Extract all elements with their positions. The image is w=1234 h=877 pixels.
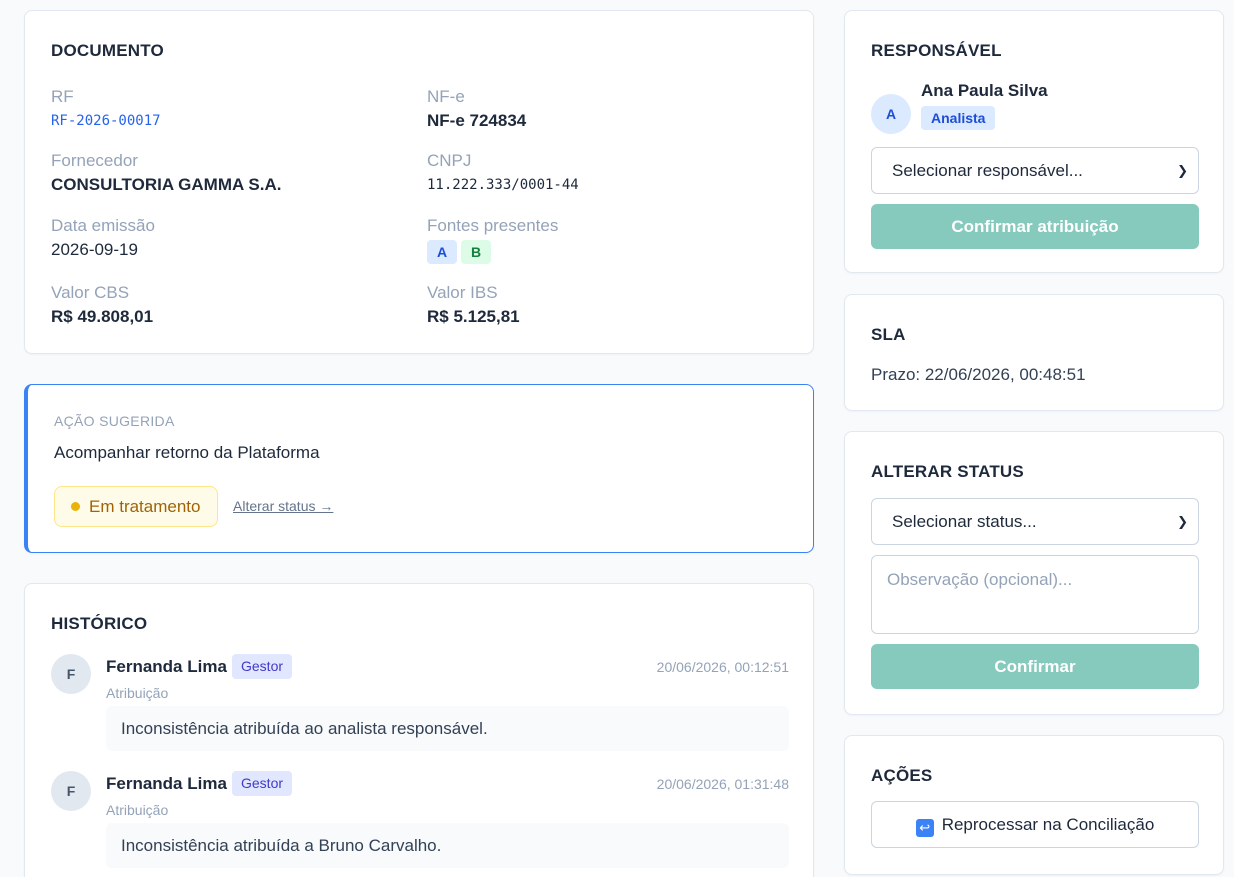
responsible-title: RESPONSÁVEL: [871, 41, 1002, 60]
cnpj-label: CNPJ: [427, 151, 472, 170]
history-author: Fernanda Lima: [106, 774, 227, 793]
status-dot-icon: [71, 502, 80, 511]
fontes-label: Fontes presentes: [427, 216, 559, 235]
history-type: Atribuição: [106, 685, 169, 701]
history-message: Inconsistência atribuída a Bruno Carvalh…: [106, 823, 789, 868]
cnpj-value: 11.222.333/0001-44: [427, 177, 579, 193]
suggested-action-card: AÇÃO SUGERIDA Acompanhar retorno da Plat…: [24, 384, 814, 553]
data-emissao-field: Data emissão 2026-09-19: [51, 216, 155, 261]
document-card: DOCUMENTO RF RF-2026-00017 NF-e NF-e 724…: [24, 10, 814, 354]
confirm-status-button[interactable]: Confirmar: [871, 644, 1199, 689]
sla-card: SLA Prazo: 22/06/2026, 00:48:51: [844, 294, 1224, 411]
fontes-field: Fontes presentes AB: [427, 216, 558, 264]
cbs-value: R$ 49.808,01: [51, 307, 154, 326]
change-status-card: ALTERAR STATUS Selecionar status... ❯ Ob…: [844, 431, 1224, 715]
reprocess-button[interactable]: ↩ Reprocessar na Conciliação: [871, 801, 1199, 848]
cbs-label: Valor CBS: [51, 283, 130, 302]
history-title: HISTÓRICO: [51, 614, 148, 633]
history-card: HISTÓRICO F Fernanda Lima Gestor 20/06/2…: [24, 583, 814, 877]
sla-title: SLA: [871, 325, 906, 344]
responsible-card: RESPONSÁVEL A Ana Paula Silva Analista S…: [844, 10, 1224, 273]
status-badge: Em tratamento: [54, 486, 218, 527]
nfe-label: NF-e: [427, 87, 465, 106]
reprocess-button-label: Reprocessar na Conciliação: [941, 815, 1155, 834]
sla-deadline: Prazo: 22/06/2026, 00:48:51: [871, 365, 1086, 384]
data-emissao-label: Data emissão: [51, 216, 155, 235]
rf-value[interactable]: RF-2026-00017: [51, 110, 161, 132]
fornecedor-value: CONSULTORIA GAMMA S.A.: [51, 175, 282, 194]
fontes-chips: AB: [427, 240, 558, 264]
fornecedor-field: Fornecedor CONSULTORIA GAMMA S.A.: [51, 151, 281, 196]
chevron-down-icon: ❯: [1177, 514, 1188, 529]
status-badge-label: Em tratamento: [89, 496, 201, 516]
source-chip-b: B: [461, 240, 491, 264]
fornecedor-label: Fornecedor: [51, 151, 138, 170]
history-author: Fernanda Lima: [106, 657, 227, 676]
source-chip-a: A: [427, 240, 457, 264]
history-timestamp: 20/06/2026, 01:31:48: [656, 776, 789, 792]
responsible-name: Ana Paula Silva: [921, 81, 1048, 100]
status-select[interactable]: Selecionar status... ❯: [871, 498, 1199, 545]
actions-title: AÇÕES: [871, 766, 933, 785]
ibs-label: Valor IBS: [427, 283, 498, 302]
cbs-field: Valor CBS R$ 49.808,01: [51, 283, 153, 328]
history-timestamp: 20/06/2026, 00:12:51: [656, 659, 789, 675]
document-title: DOCUMENTO: [51, 41, 164, 60]
avatar: F: [51, 654, 91, 694]
data-emissao-value: 2026-09-19: [51, 240, 138, 259]
suggested-action-text: Acompanhar retorno da Plataforma: [54, 443, 320, 462]
change-status-link[interactable]: Alterar status →: [233, 498, 333, 514]
ibs-field: Valor IBS R$ 5.125,81: [427, 283, 520, 328]
cnpj-field: CNPJ 11.222.333/0001-44: [427, 151, 579, 196]
nfe-value: NF-e 724834: [427, 111, 527, 130]
avatar: F: [51, 771, 91, 811]
rf-field: RF RF-2026-00017: [51, 87, 161, 132]
confirm-assignment-button[interactable]: Confirmar atribuição: [871, 204, 1199, 249]
nfe-field: NF-e NF-e 724834: [427, 87, 526, 132]
responsible-role-badge: Analista: [921, 106, 996, 130]
history-message: Inconsistência atribuída ao analista res…: [106, 706, 789, 751]
responsible-select[interactable]: Selecionar responsável... ❯: [871, 147, 1199, 194]
avatar: A: [871, 94, 911, 134]
suggested-action-label: AÇÃO SUGERIDA: [54, 413, 175, 429]
status-select-value: Selecionar status...: [892, 512, 1037, 531]
return-arrow-icon: ↩: [915, 819, 934, 837]
chevron-down-icon: ❯: [1177, 163, 1188, 178]
responsible-select-value: Selecionar responsável...: [892, 161, 1083, 180]
history-type: Atribuição: [106, 802, 169, 818]
role-badge: Gestor: [232, 654, 293, 679]
ibs-value: R$ 5.125,81: [427, 307, 520, 326]
change-status-title: ALTERAR STATUS: [871, 462, 1024, 481]
rf-label: RF: [51, 87, 74, 106]
role-badge: Gestor: [232, 771, 293, 796]
actions-card: AÇÕES ↩ Reprocessar na Conciliação: [844, 735, 1224, 875]
observation-textarea[interactable]: Observação (opcional)...: [871, 555, 1199, 634]
